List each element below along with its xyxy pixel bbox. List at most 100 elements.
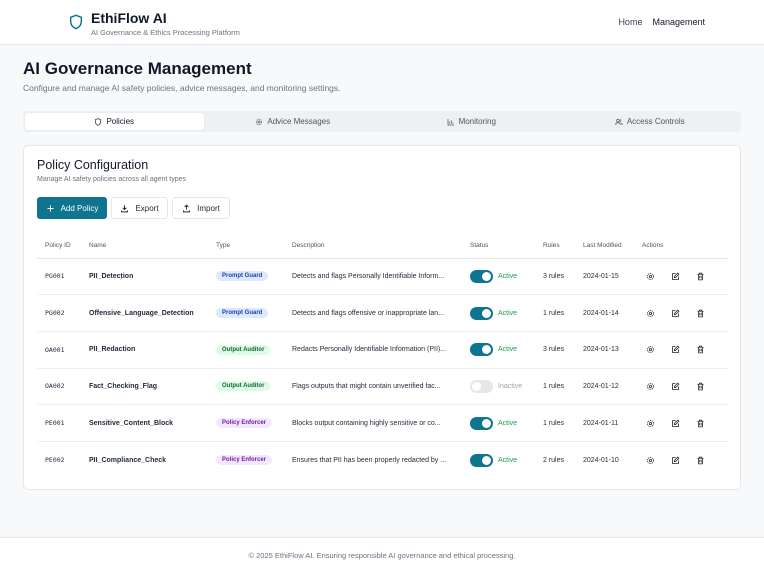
policy-type-cell: Output Auditor [208,368,284,406]
section-tabs: Policies Advice Messages Monitoring Acce… [23,111,741,132]
policy-description: Flags outputs that might contain unverif… [284,368,462,406]
type-badge: Policy Enforcer [216,455,273,466]
import-label: Import [197,203,220,213]
nav-management[interactable]: Management [652,17,705,27]
status-toggle[interactable] [470,416,493,430]
header-rules[interactable]: Rules [535,234,575,259]
status-toggle[interactable] [470,453,493,467]
toggle-knob [482,455,491,465]
gear-icon[interactable] [646,272,655,281]
edit-icon[interactable] [671,309,680,318]
edit-icon[interactable] [671,382,680,391]
status-label: Active [498,272,518,280]
gear-icon[interactable] [646,309,655,318]
policy-type-cell: Output Auditor [208,331,284,369]
edit-icon[interactable] [671,456,680,465]
users-icon [615,118,623,125]
status-cell: Active [462,258,535,296]
header-name[interactable]: Name [81,234,208,259]
rules-count: 1 rules [535,404,575,442]
policy-name: Offensive_Language_Detection [81,294,208,332]
page-subtitle: Configure and manage AI safety policies,… [23,83,341,93]
header-type[interactable]: Type [208,234,284,259]
card-title: Policy Configuration [37,158,149,172]
gear-icon [256,118,263,125]
policy-id: OA002 [37,368,81,406]
top-navbar: EthiFlow AI AI Governance & Ethics Proce… [0,0,764,45]
table-row: OA001 PII_Redaction Output Auditor Redacts … [37,331,728,369]
tab-policies[interactable]: Policies [25,113,204,130]
last-modified: 2024-01-15 [575,258,634,296]
edit-icon[interactable] [671,419,680,428]
trash-icon[interactable] [696,345,705,354]
header-policy-id[interactable]: Policy ID [37,234,81,259]
last-modified: 2024-01-11 [575,404,634,442]
gear-icon[interactable] [646,456,655,465]
header-actions: Actions [634,234,728,259]
policy-name: PII_Detection [81,258,208,296]
trash-icon[interactable] [696,456,705,465]
status-toggle[interactable] [470,269,493,283]
status-cell: Active [462,441,535,478]
policy-description: Detects and flags Personally Identifiabl… [284,258,462,296]
header-status[interactable]: Status [462,234,535,259]
policy-description: Ensures that PII has been properly redac… [292,456,447,464]
toggle-knob [482,271,491,281]
last-modified: 2024-01-12 [575,368,634,406]
tab-access-controls[interactable]: Access Controls [561,113,740,130]
status-toggle[interactable] [470,306,493,320]
status-label: Active [498,456,518,464]
gear-icon[interactable] [646,345,655,354]
status-toggle[interactable] [470,379,493,393]
export-label: Export [135,203,159,213]
status-label: Active [498,419,518,427]
type-badge: Policy Enforcer [216,418,273,429]
upload-icon [183,203,191,212]
rules-count: 1 rules [535,294,575,332]
nav-home[interactable]: Home [618,17,642,27]
actions-cell [634,294,728,332]
trash-icon[interactable] [696,419,705,428]
status-cell: Active [462,331,535,369]
status-cell: Active [462,294,535,332]
tab-monitoring[interactable]: Monitoring [382,113,561,130]
header-description[interactable]: Description [284,234,462,259]
shield-icon [95,117,102,126]
policy-type-cell: Prompt Guard [208,258,284,296]
type-badge: Output Auditor [216,381,271,392]
gear-icon[interactable] [646,419,655,428]
export-button[interactable]: Export [111,197,168,219]
add-policy-button[interactable]: Add Policy [37,197,107,219]
policy-id: PG001 [37,258,81,296]
toggle-knob [482,418,491,428]
tab-advice-messages[interactable]: Advice Messages [204,113,383,130]
edit-icon[interactable] [671,345,680,354]
status-label: Active [498,309,518,317]
gear-icon[interactable] [646,382,655,391]
rules-count: 3 rules [535,258,575,296]
card-subtitle: Manage AI safety policies across all age… [37,176,187,183]
table-row: OA002 Fact_Checking_Flag Output Auditor Fla… [37,368,728,406]
status-cell: Inactive [462,368,535,406]
actions-cell [634,258,728,296]
trash-icon[interactable] [696,272,705,281]
status-label: Inactive [498,382,523,390]
policy-type-cell: Policy Enforcer [208,441,284,478]
download-icon [121,204,129,212]
rules-count: 1 rules [535,368,575,406]
last-modified: 2024-01-13 [575,331,634,369]
edit-icon[interactable] [671,272,680,281]
table-row: PE002 PII_Compliance_Check Policy Enforcer… [37,441,728,478]
trash-icon[interactable] [696,382,705,391]
header-last-modified[interactable]: Last Modified [575,234,634,259]
brand[interactable]: EthiFlow AI AI Governance & Ethics Proce… [68,10,240,37]
status-label: Active [498,346,518,354]
toggle-knob [482,308,491,318]
trash-icon[interactable] [696,309,705,318]
shield-icon [69,14,83,30]
policy-name: Fact_Checking_Flag [81,368,208,406]
import-button[interactable]: Import [172,197,230,219]
status-toggle[interactable] [470,343,493,357]
add-policy-label: Add Policy [60,203,99,213]
type-badge: Prompt Guard [216,271,269,282]
